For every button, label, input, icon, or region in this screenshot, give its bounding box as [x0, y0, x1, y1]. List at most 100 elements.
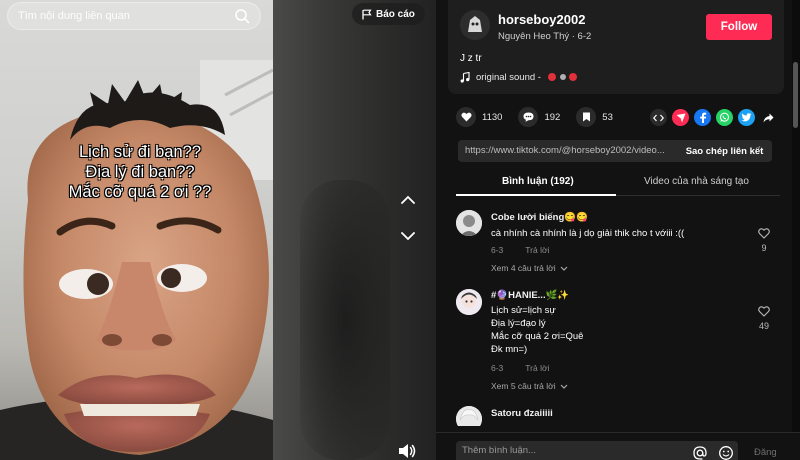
video-face-illustration — [0, 60, 273, 460]
follow-button[interactable]: Follow — [706, 14, 772, 40]
twitter-icon — [741, 113, 752, 122]
engagement-stats: 1130 192 53 — [456, 107, 629, 127]
heart-icon — [460, 112, 472, 122]
share-buttons — [650, 109, 777, 126]
chevron-down-icon — [560, 384, 568, 389]
panel-tabs: Bình luận (192) Video của nhà sáng tạo — [456, 172, 780, 196]
heart-outline-icon — [758, 306, 770, 317]
related-search-box[interactable] — [7, 2, 261, 30]
volume-icon[interactable] — [397, 442, 417, 460]
bookmark-icon — [582, 112, 590, 122]
video-frame[interactable] — [0, 0, 273, 460]
reply-button[interactable]: Trả lời — [525, 363, 549, 373]
facebook-share-button[interactable] — [694, 109, 711, 126]
report-button[interactable]: Báo cáo — [352, 3, 425, 25]
comment-text-line: Đk mn=) — [491, 344, 528, 355]
view-replies-label: Xem 4 câu trả lời — [491, 263, 556, 273]
comment-bubble-icon — [523, 112, 534, 122]
small-emoji-icon — [559, 74, 566, 81]
copy-link-button[interactable]: Sao chép liên kết — [677, 140, 772, 162]
comment-text: cà nhính cà nhính là j dọ giải thik cho … — [491, 228, 685, 239]
scrollbar-thumb[interactable] — [793, 62, 798, 128]
video-blur-shadow — [300, 180, 390, 460]
active-tab-indicator — [456, 194, 616, 196]
embed-button[interactable] — [650, 109, 667, 126]
twitter-share-button[interactable] — [738, 109, 755, 126]
post-comment-button[interactable]: Đăng — [754, 447, 777, 458]
related-search-input[interactable] — [18, 10, 234, 22]
previous-video-button[interactable] — [397, 188, 419, 210]
comment-text-line: Mắc cỡ quá 2 ơi=Quê — [491, 331, 584, 342]
like-stat[interactable]: 1130 — [456, 107, 502, 127]
view-replies-button[interactable]: Xem 4 câu trả lời — [491, 263, 568, 273]
details-panel: horseboy2002 Nguyên Heo Thý · 6-2 Follow… — [436, 0, 800, 460]
comment-avatar-image — [456, 210, 482, 236]
caption-line: Địa lý đi bạn?? — [85, 163, 195, 181]
heart-outline-icon — [758, 228, 770, 239]
comment-composer: Đăng — [436, 432, 800, 460]
sound-emoji-icons — [547, 72, 578, 83]
author-username[interactable]: horseboy2002 — [498, 12, 585, 27]
comment-date: 6-3 — [491, 363, 504, 373]
comment-meta: 6-3 Trả lời — [491, 245, 549, 255]
comment-username[interactable]: #🔮HANIE...🌿✨ — [491, 290, 569, 301]
comment-avatar-image — [456, 289, 482, 315]
comment-text-line: Địa lý=đạo lý — [491, 318, 546, 329]
view-replies-button[interactable]: Xem 5 câu trả lời — [491, 381, 568, 391]
share-arrow-icon — [763, 113, 774, 122]
save-stat[interactable]: 53 — [576, 107, 613, 127]
comment-avatar[interactable] — [456, 289, 482, 315]
save-button[interactable] — [576, 107, 597, 127]
original-sound-link[interactable]: original sound - — [460, 72, 578, 83]
comment-input[interactable] — [462, 445, 682, 456]
report-label: Báo cáo — [376, 8, 415, 20]
like-count: 1130 — [482, 111, 503, 123]
video-player-area[interactable]: Lịch sử đi bạn?? Địa lý đi bạn?? Mắc cỡ … — [0, 0, 436, 460]
comment-username[interactable]: Cobe lười biếng😋😋 — [491, 212, 588, 223]
comment-text-line: Lịch sử=lịch sự — [491, 305, 556, 316]
comment-username[interactable]: Satoru đzaiiiii — [491, 408, 553, 419]
author-avatar[interactable] — [460, 10, 490, 40]
video-link-bar: https://www.tiktok.com/@horseboy2002/vid… — [458, 140, 772, 162]
emoji-smile-icon[interactable] — [718, 445, 734, 460]
facebook-icon — [699, 112, 706, 123]
reply-button[interactable]: Trả lời — [525, 245, 549, 255]
more-share-button[interactable] — [760, 109, 777, 126]
chevron-up-icon — [401, 195, 415, 204]
video-description: J z tr — [460, 53, 482, 64]
flag-icon — [362, 9, 372, 19]
comment-avatar-image — [456, 406, 482, 426]
tab-comments[interactable]: Bình luận (192) — [502, 176, 574, 187]
red-heart-emoji-icon — [569, 73, 578, 82]
comment-count: 192 — [544, 111, 561, 123]
video-info-card: horseboy2002 Nguyên Heo Thý · 6-2 Follow… — [448, 0, 784, 94]
like-button[interactable] — [456, 107, 476, 127]
search-icon[interactable] — [234, 8, 250, 24]
send-to-friends-button[interactable] — [672, 109, 689, 126]
music-note-icon — [460, 72, 470, 83]
red-heart-emoji-icon — [547, 73, 556, 82]
comment-stat[interactable]: 192 — [518, 107, 560, 127]
comment-avatar[interactable] — [456, 406, 482, 426]
comment-like-button[interactable]: 9 — [756, 228, 772, 253]
comment-button[interactable] — [518, 107, 539, 127]
whatsapp-icon — [719, 112, 730, 122]
embed-icon — [653, 114, 664, 121]
comment-like-button[interactable]: 49 — [756, 306, 772, 331]
tab-creator-videos[interactable]: Video của nhà sáng tạo — [644, 176, 749, 187]
chevron-down-icon — [401, 231, 415, 240]
comment-avatar[interactable] — [456, 210, 482, 236]
tiktok-video-page: Lịch sử đi bạn?? Địa lý đi bạn?? Mắc cỡ … — [0, 0, 800, 460]
whatsapp-share-button[interactable] — [716, 109, 733, 126]
next-video-button[interactable] — [397, 225, 419, 247]
mention-at-icon[interactable] — [692, 445, 708, 460]
comment-date: 6-3 — [491, 245, 504, 255]
view-replies-label: Xem 5 câu trả lời — [491, 381, 556, 391]
comment-like-count: 49 — [758, 321, 769, 331]
panel-scrollbar[interactable] — [792, 0, 800, 460]
author-avatar-image — [460, 10, 490, 40]
comment-list[interactable]: Cobe lười biếng😋😋 cà nhính cà nhính là j… — [456, 206, 792, 426]
video-url[interactable]: https://www.tiktok.com/@horseboy2002/vid… — [465, 145, 675, 156]
comment-input-box[interactable] — [456, 441, 738, 460]
author-nickname-date: Nguyên Heo Thý · 6-2 — [498, 31, 592, 42]
